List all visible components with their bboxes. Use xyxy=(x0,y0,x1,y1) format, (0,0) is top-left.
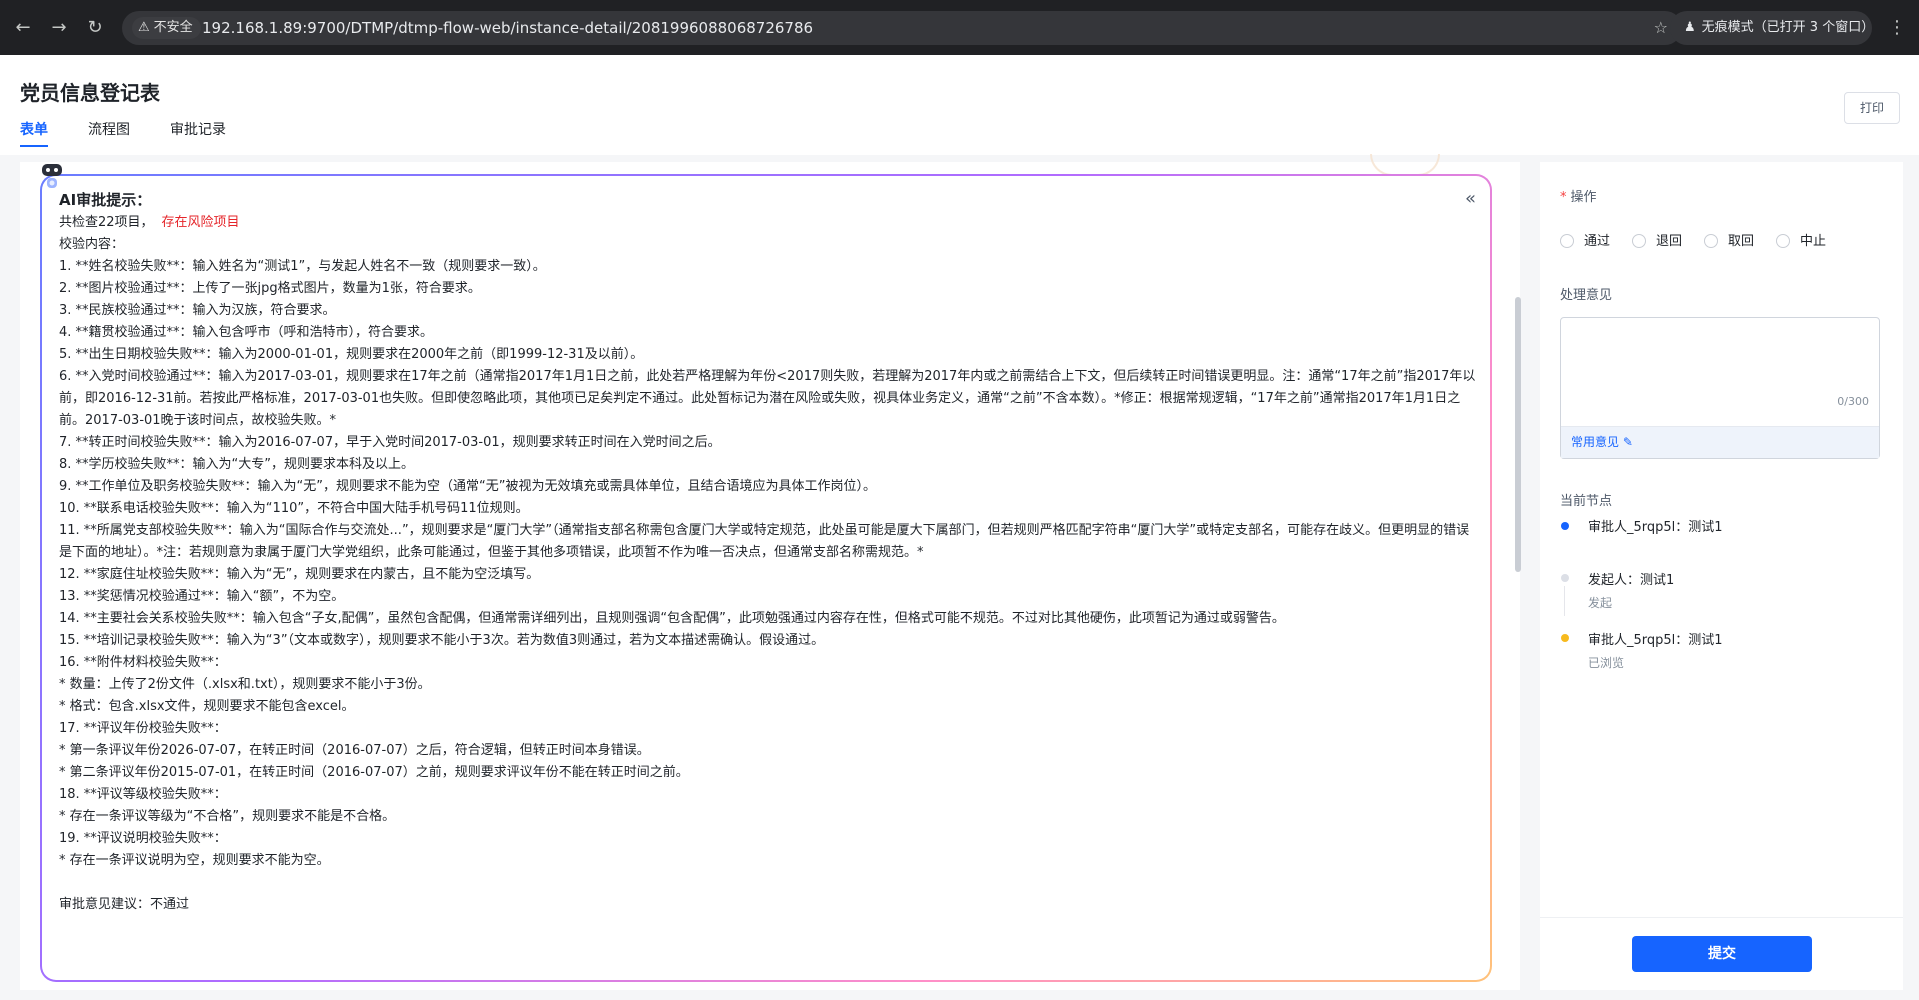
ai-check-line: 3. **民族校验通过**：输入为汉族，符合要求。 xyxy=(59,303,336,318)
common-opinion-button[interactable]: 常用意见 ✎ xyxy=(1561,426,1879,458)
form-panel: AI审批提示： 共检查22项目， 存在风险项目 校验内容： 1. **姓名校验失败*… xyxy=(20,154,1521,990)
ai-check-line: * 第二条评议年份2015-07-01，在转正时间（2016-07-07）之前，… xyxy=(59,765,689,780)
page-header: 党员信息登记表 表单 流程图 审批记录 打印 xyxy=(0,55,1919,155)
ai-check-line: 13. **奖惩情况校验通过**：输入“额”，不为空。 xyxy=(59,589,345,604)
ai-content: AI审批提示： 共检查22项目， 存在风险项目 校验内容： 1. **姓名校验失败*… xyxy=(59,188,1479,916)
radio-circle-icon xyxy=(1632,234,1646,248)
ai-check-line: 12. **家庭住址校验失败**：输入为“无”，规则要求在内蒙古，且不能为空泛填… xyxy=(59,567,540,582)
ai-check-line: * 数量：上传了2份文件（.xlsx和.txt），规则要求不能小于3份。 xyxy=(59,677,431,692)
radio-return[interactable]: 退回 xyxy=(1632,230,1682,249)
required-mark: * xyxy=(1560,190,1567,205)
radio-approve[interactable]: 通过 xyxy=(1560,230,1610,249)
radio-terminate[interactable]: 中止 xyxy=(1776,230,1826,249)
warning-icon: ⚠ xyxy=(138,20,150,35)
ai-check-line: 9. **工作单位及职务校验失败**：输入为“无”，规则要求不能为空（通常“无”… xyxy=(59,479,876,494)
node-dot xyxy=(1561,522,1569,530)
ai-check-line: * 格式：包含.xlsx文件，规则要求不能包含excel。 xyxy=(59,699,355,714)
address-bar[interactable]: ⚠ 不安全 192.168.1.89:9700/DTMP/dtmp-flow-we… xyxy=(122,11,1682,45)
security-indicator[interactable]: ⚠ 不安全 xyxy=(132,17,201,39)
approval-sidebar: * 操作 通过 退回 取回 中止 处理意见 0/300 常用意见 ✎ 当前节点 审… xyxy=(1540,162,1903,990)
reload-icon[interactable]: ↻ xyxy=(82,15,108,41)
print-button[interactable]: 打印 xyxy=(1844,92,1900,124)
collapse-icon[interactable]: « xyxy=(1465,188,1476,209)
radio-circle-icon xyxy=(1776,234,1790,248)
ai-check-line: 18. **评议等级校验失败**： xyxy=(59,787,227,802)
ai-check-list: 校验内容： 1. **姓名校验失败**：输入姓名为“测试1”，与发起人姓名不一致（… xyxy=(59,234,1479,872)
tab-form[interactable]: 表单 xyxy=(20,119,48,147)
node-title: 审批人_5rqp5l：测试1 xyxy=(1588,520,1723,535)
current-node-label: 当前节点 xyxy=(1560,494,1613,509)
ai-check-line: 19. **评议说明校验失败**： xyxy=(59,831,227,846)
url-text[interactable]: 192.168.1.89:9700/DTMP/dtmp-flow-web/ins… xyxy=(202,11,813,45)
ai-check-line: 11. **所属党支部校验失败**：输入为“国际合作与交流处...”，规则要求是… xyxy=(59,523,1470,560)
ai-check-line: 8. **学历校验失败**：输入为“大专”，规则要求本科及以上。 xyxy=(59,457,415,472)
submit-button[interactable]: 提交 xyxy=(1632,936,1812,972)
ai-check-line: 校验内容： xyxy=(59,237,125,252)
risk-label: 存在风险项目 xyxy=(161,215,240,230)
node-status: 发起 xyxy=(1588,596,1613,610)
ai-title: AI审批提示： xyxy=(59,191,152,209)
node-title: 发起人：测试1 xyxy=(1588,573,1675,588)
content-scrollbar[interactable] xyxy=(1515,297,1521,572)
ai-check-line: * 存在一条评议说明为空，规则要求不能为空。 xyxy=(59,853,330,868)
browser-toolbar: ← → ↻ ⚠ 不安全 192.168.1.89:9700/DTMP/dtmp-f… xyxy=(0,0,1919,55)
ai-check-line: 4. **籍贯校验通过**：输入包含呼市（呼和浩特市），符合要求。 xyxy=(59,325,434,340)
ai-check-line: 17. **评议年份校验失败**： xyxy=(59,721,227,736)
page-title: 党员信息登记表 xyxy=(20,81,160,105)
ai-check-line: 7. **转正时间校验失败**：输入为2016-07-07，早于入党时间2017… xyxy=(59,435,721,450)
browser-menu-icon[interactable]: ⋮ xyxy=(1888,15,1906,41)
ai-check-line: 5. **出生日期校验失败**：输入为2000-01-01，规则要求在2000年… xyxy=(59,347,644,362)
ai-robot-icon xyxy=(42,164,62,188)
back-icon[interactable]: ← xyxy=(10,15,36,41)
radio-circle-icon xyxy=(1704,234,1718,248)
bookmark-star-icon[interactable]: ☆ xyxy=(1654,11,1668,45)
comment-textarea[interactable]: 0/300 常用意见 ✎ xyxy=(1560,317,1880,459)
incognito-icon: ♟ xyxy=(1684,20,1696,35)
ai-summary: 共检查22项目， 存在风险项目 xyxy=(59,215,240,230)
ai-check-line: 15. **培训记录校验失败**：输入为“3”（文本或数字），规则要求不能小于3… xyxy=(59,633,825,648)
ai-check-line: 14. **主要社会关系校验失败**：输入包含“子女,配偶”，虽然包含配偶，但通… xyxy=(59,611,1285,626)
edit-icon: ✎ xyxy=(1622,435,1633,449)
ai-check-line: * 存在一条评议等级为“不合格”，规则要求不能是不合格。 xyxy=(59,809,396,824)
incognito-indicator[interactable]: ♟ 无痕模式（已打开 3 个窗口） xyxy=(1670,11,1874,45)
tab-approval-records[interactable]: 审批记录 xyxy=(170,119,226,139)
approval-suggestion: 审批意见建议：不通过 xyxy=(59,897,190,912)
forward-icon[interactable]: → xyxy=(46,15,72,41)
submit-area: 提交 xyxy=(1540,917,1903,990)
node-title: 审批人_5rqp5l：测试1 xyxy=(1588,633,1723,648)
char-counter: 0/300 xyxy=(1837,395,1869,408)
ai-check-line: * 第一条评议年份2026-07-07，在转正时间（2016-07-07）之后，… xyxy=(59,743,650,758)
ai-check-line: 2. **图片校验通过**：上传了一张jpg格式图片，数量为1张，符合要求。 xyxy=(59,281,481,296)
page: 党员信息登记表 表单 流程图 审批记录 打印 AI审批提示： 共检查22项目，存… xyxy=(0,55,1919,1000)
ai-check-line: 10. **联系电话校验失败**：输入为“110”，不符合中国大陆手机号码11位… xyxy=(59,501,529,516)
ai-check-line: 16. **附件材料校验失败**： xyxy=(59,655,227,670)
radio-circle-icon xyxy=(1560,234,1574,248)
node-status: 已浏览 xyxy=(1588,656,1625,670)
ai-check-line: 6. **入党时间校验通过**：输入为2017-03-01，规则要求在17年之前… xyxy=(59,369,1476,428)
comment-label: 处理意见 xyxy=(1560,288,1613,303)
ai-approval-card: AI审批提示： 共检查22项目， 存在风险项目 校验内容： 1. **姓名校验失败*… xyxy=(40,174,1492,982)
node-dot xyxy=(1561,574,1569,582)
ai-check-line: 1. **姓名校验失败**：输入姓名为“测试1”，与发起人姓名不一致（规则要求一… xyxy=(59,259,546,274)
node-connector xyxy=(1564,586,1565,616)
operation-label: * 操作 xyxy=(1560,190,1597,205)
radio-retrieve[interactable]: 取回 xyxy=(1704,230,1754,249)
tab-flowchart[interactable]: 流程图 xyxy=(88,119,130,139)
decorative-orb xyxy=(1370,154,1440,176)
node-dot xyxy=(1561,634,1569,642)
